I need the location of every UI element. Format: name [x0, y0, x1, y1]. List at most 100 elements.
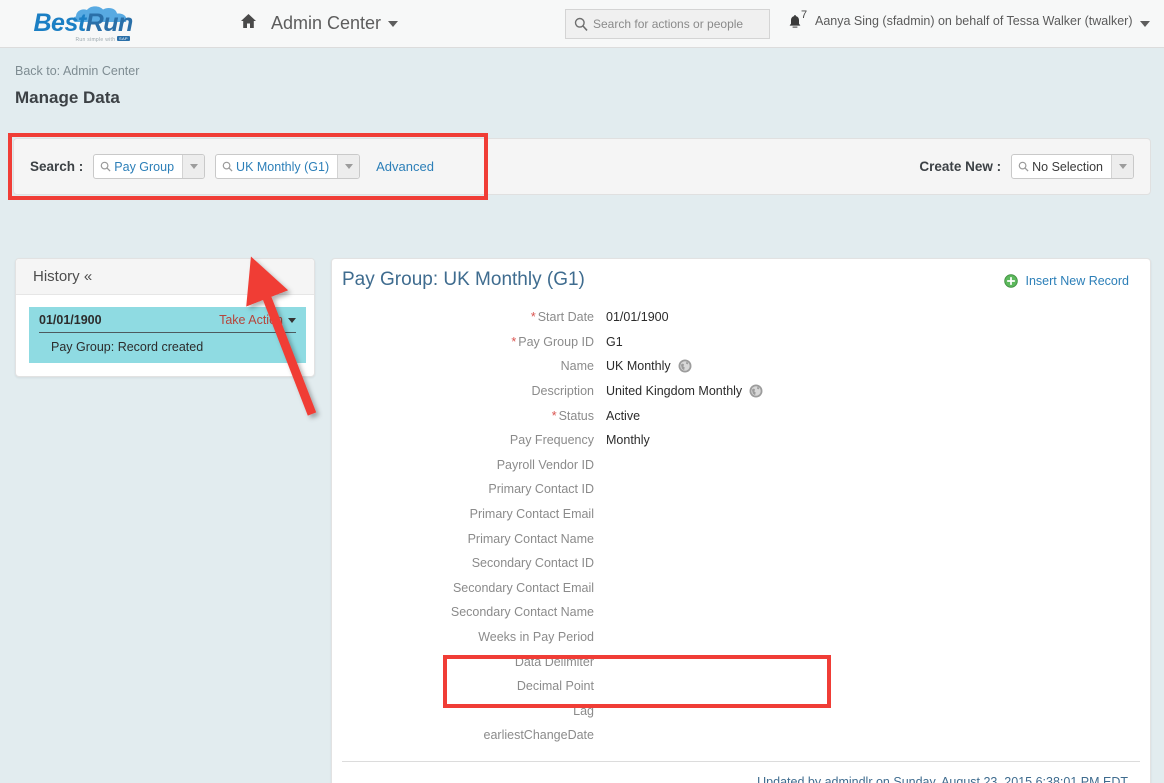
chevron-down-icon[interactable] — [1111, 155, 1133, 178]
admin-center-menu[interactable]: Admin Center — [271, 13, 399, 34]
record-field-row: Secondary Contact Name — [332, 600, 1152, 625]
record-title: Pay Group: UK Monthly (G1) — [342, 269, 585, 290]
record-field-row: Pay Frequency Monthly — [332, 428, 1152, 453]
record-field-label: * Start Date — [530, 310, 594, 325]
record-updated-info: Updated by admindlr on Sunday, August 23… — [757, 775, 1128, 783]
admin-center-label: Admin Center — [271, 13, 382, 33]
create-new-label: Create New : — [919, 159, 1002, 174]
create-new-section: Create New : No Selection — [919, 139, 1134, 194]
record-field-value: Active — [606, 409, 640, 423]
chevron-down-icon[interactable] — [182, 155, 205, 178]
search-label: Search : — [30, 159, 84, 174]
record-field-label: * Pay Group ID — [511, 334, 594, 349]
record-field-value: 01/01/1900 — [606, 310, 669, 324]
translation-globe-icon[interactable] — [678, 359, 692, 373]
user-name-label: Aanya Sing (sfadmin) on behalf of Tessa … — [815, 14, 1133, 28]
record-field-value: G1 — [606, 335, 623, 349]
search-icon — [216, 161, 236, 172]
record-field-row: Weeks in Pay Period — [332, 625, 1152, 650]
create-new-value: No Selection — [1032, 159, 1103, 174]
logo-text-run: Run — [85, 8, 134, 37]
take-action-menu[interactable]: Take Action — [219, 313, 296, 327]
page-title: Manage Data — [15, 88, 120, 107]
search-entity-dropdown[interactable]: Pay Group — [93, 154, 206, 179]
record-field-row: Lag — [332, 699, 1152, 724]
search-entity-value: Pay Group — [114, 159, 175, 174]
record-field-row: Secondary Contact ID — [332, 551, 1152, 576]
record-field-label: Data Delimiter — [514, 654, 594, 669]
record-field-label: Description — [531, 384, 594, 399]
logo-tagline: Run simple with SAP — [75, 35, 130, 43]
chevron-down-icon — [388, 20, 399, 27]
record-field-value: Monthly — [606, 433, 650, 447]
app-root: BestRun Run simple with SAP Admin Center — [0, 0, 1164, 783]
user-account-menu[interactable]: 7 Aanya Sing (sfadmin) on behalf of Tess… — [788, 9, 1150, 33]
page-content: Back to: Admin Center Manage Data Search… — [0, 48, 1164, 783]
translation-globe-icon[interactable] — [749, 384, 763, 398]
record-field-row: Primary Contact ID — [332, 477, 1152, 502]
global-search-input[interactable]: Search for actions or people — [565, 9, 770, 39]
insert-new-record-button[interactable]: Insert New Record — [1004, 274, 1129, 288]
record-field-row: Decimal Point — [332, 674, 1152, 699]
search-icon — [574, 17, 588, 31]
breadcrumb[interactable]: Back to: Admin Center — [15, 64, 139, 78]
record-field-label: Primary Contact Email — [469, 507, 594, 522]
record-field-label: Secondary Contact Name — [450, 605, 594, 620]
required-asterisk: * — [511, 334, 517, 349]
bell-icon[interactable]: 7 — [788, 9, 807, 33]
history-item-description: Pay Group: Record created — [51, 340, 204, 354]
plus-circle-icon — [1004, 274, 1019, 288]
top-navigation-bar: BestRun Run simple with SAP Admin Center — [0, 0, 1164, 48]
advanced-search-link[interactable]: Advanced — [376, 159, 434, 174]
record-field-value-text: Monthly — [606, 433, 650, 448]
record-field-row: Description United Kingdom Monthly — [332, 379, 1152, 404]
record-field-value-text: G1 — [606, 334, 623, 349]
record-field-label: Decimal Point — [516, 679, 594, 694]
record-field-label: Secondary Contact Email — [452, 580, 594, 595]
search-icon — [94, 161, 114, 172]
logo-wordmark: BestRun — [33, 8, 152, 37]
global-search-placeholder: Search for actions or people — [593, 17, 744, 31]
record-field-row: Data Delimiter — [332, 649, 1152, 674]
record-field-row: * Status Active — [332, 403, 1152, 428]
record-field-row: Primary Contact Email — [332, 502, 1152, 527]
history-header[interactable]: History « — [16, 259, 314, 295]
search-icon — [1012, 161, 1032, 172]
record-field-value-text: UK Monthly — [606, 359, 671, 374]
record-field-value-text: 01/01/1900 — [606, 310, 669, 325]
history-item-date: 01/01/1900 — [39, 313, 102, 327]
required-asterisk: * — [551, 408, 557, 423]
chevron-down-icon[interactable] — [337, 155, 360, 178]
create-new-dropdown[interactable]: No Selection — [1011, 154, 1134, 179]
record-field-value: UK Monthly — [606, 359, 692, 373]
record-divider — [342, 761, 1140, 762]
brand-logo[interactable]: BestRun Run simple with SAP — [0, 0, 185, 48]
sap-badge: SAP — [117, 35, 130, 41]
record-field-row: Secondary Contact Email — [332, 576, 1152, 601]
notification-count: 7 — [801, 9, 808, 21]
history-item[interactable]: 01/01/1900 Take Action Pay Group: Record… — [29, 307, 306, 363]
record-field-label: Weeks in Pay Period — [478, 630, 594, 645]
search-record-dropdown[interactable]: UK Monthly (G1) — [215, 154, 361, 179]
record-field-label: Secondary Contact ID — [471, 556, 594, 571]
logo-text-best: Best — [33, 8, 87, 37]
record-detail-panel: Pay Group: UK Monthly (G1) Insert New Re… — [331, 258, 1151, 783]
take-action-label: Take Action — [219, 313, 283, 327]
record-field-row: Payroll Vendor ID — [332, 453, 1152, 478]
chevron-down-icon — [1139, 21, 1150, 27]
record-field-row: Primary Contact Name — [332, 526, 1152, 551]
record-field-row: * Pay Group ID G1 — [332, 330, 1152, 355]
record-fields-list: * Start Date 01/01/1900 * Pay Group ID G1 Name… — [332, 305, 1152, 748]
record-field-label: Payroll Vendor ID — [496, 457, 594, 472]
insert-new-record-label: Insert New Record — [1025, 274, 1129, 288]
required-asterisk: * — [530, 310, 536, 325]
record-field-value-text: Active — [606, 408, 641, 423]
record-field-value-text: United Kingdom Monthly — [606, 384, 743, 399]
record-field-row: * Start Date 01/01/1900 — [332, 305, 1152, 330]
history-panel: History « 01/01/1900 Take Action Pay Gro… — [15, 258, 315, 377]
record-field-label: Lag — [573, 703, 594, 718]
home-icon[interactable] — [240, 13, 257, 34]
search-panel: Search : Pay Group UK Monthly (G1) Advan… — [13, 138, 1151, 195]
chevron-down-icon — [288, 317, 296, 323]
logo-tagline-text: Run simple with — [75, 36, 116, 43]
